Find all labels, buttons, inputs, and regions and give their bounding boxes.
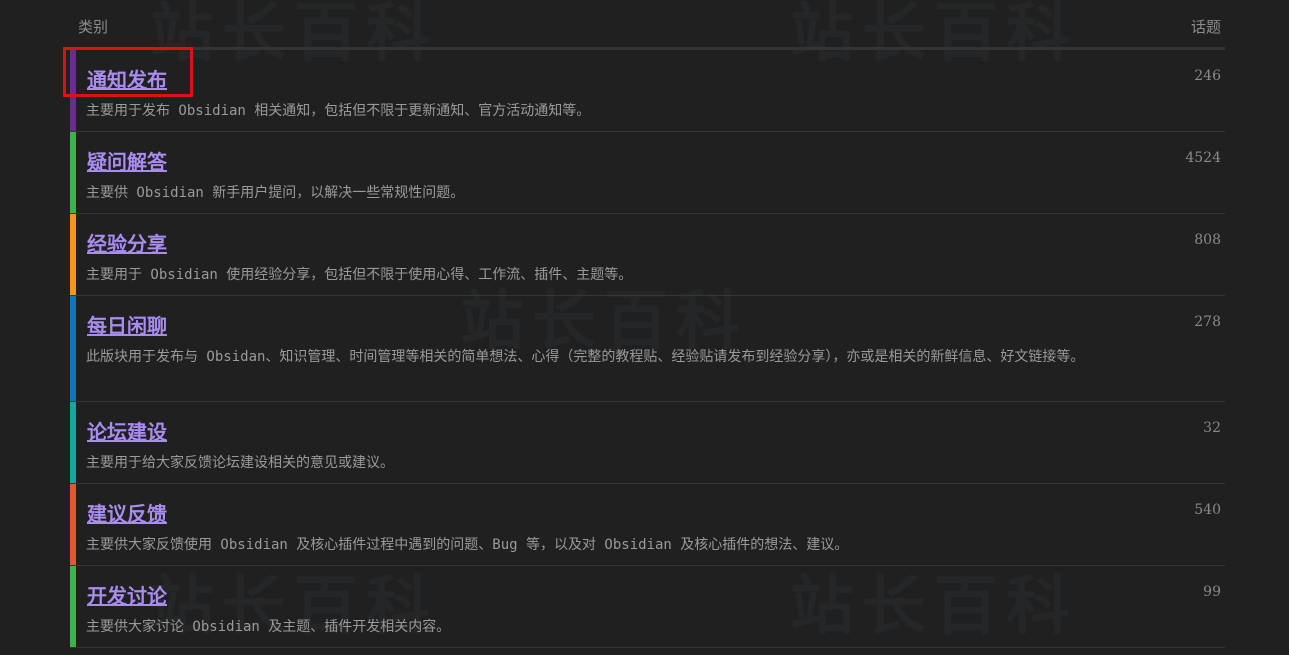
- category-description: 主要用于 Obsidian 使用经验分享，包括但不限于使用心得、工作流、插件、主…: [86, 267, 633, 283]
- category-topic-count: 808: [1194, 232, 1221, 248]
- category-topic-count: 32: [1203, 420, 1221, 436]
- category-color-bar: [70, 566, 76, 647]
- category-topic-count: 99: [1203, 584, 1221, 600]
- category-description: 主要供大家讨论 Obsidian 及主题、插件开发相关内容。: [86, 619, 451, 635]
- category-title-link[interactable]: 经验分享: [87, 228, 167, 257]
- category-row[interactable]: 开发讨论 主要供大家讨论 Obsidian 及主题、插件开发相关内容。 99: [70, 566, 1225, 648]
- category-title-link[interactable]: 每日闲聊: [87, 310, 167, 339]
- category-list-header: 类别 话题: [70, 0, 1225, 50]
- category-color-bar: [70, 402, 76, 483]
- category-description: 此版块用于发布与 Obsidan、知识管理、时间管理等相关的简单想法、心得（完整…: [86, 349, 1085, 365]
- category-color-bar: [70, 484, 76, 565]
- category-row[interactable]: 通知发布 主要用于发布 Obsidian 相关通知，包括但不限于更新通知、官方活…: [70, 50, 1225, 132]
- topics-column-header: 话题: [1190, 18, 1221, 36]
- category-color-bar: [70, 214, 76, 295]
- category-title-link[interactable]: 疑问解答: [87, 146, 167, 175]
- category-title-link[interactable]: 论坛建设: [87, 416, 167, 445]
- category-description: 主要用于给大家反馈论坛建设相关的意见或建议。: [86, 455, 394, 471]
- category-color-bar: [70, 132, 76, 213]
- category-topic-count: 540: [1194, 502, 1221, 518]
- category-topic-count: 4524: [1185, 150, 1221, 166]
- category-row[interactable]: 疑问解答 主要供 Obsidian 新手用户提问，以解决一些常规性问题。 452…: [70, 132, 1225, 214]
- category-row[interactable]: 建议反馈 主要供大家反馈使用 Obsidian 及核心插件过程中遇到的问题、Bu…: [70, 484, 1225, 566]
- category-topic-count: 246: [1194, 68, 1221, 84]
- category-description: 主要供大家反馈使用 Obsidian 及核心插件过程中遇到的问题、Bug 等，以…: [86, 537, 849, 553]
- category-description: 主要用于发布 Obsidian 相关通知，包括但不限于更新通知、官方活动通知等。: [86, 103, 591, 119]
- category-description: 主要供 Obsidian 新手用户提问，以解决一些常规性问题。: [86, 185, 465, 201]
- category-title-link[interactable]: 通知发布: [87, 64, 167, 93]
- category-topic-count: 278: [1194, 314, 1221, 330]
- category-row[interactable]: 论坛建设 主要用于给大家反馈论坛建设相关的意见或建议。 32: [70, 402, 1225, 484]
- category-row[interactable]: 经验分享 主要用于 Obsidian 使用经验分享，包括但不限于使用心得、工作流…: [70, 214, 1225, 296]
- category-row[interactable]: 每日闲聊 此版块用于发布与 Obsidan、知识管理、时间管理等相关的简单想法、…: [70, 296, 1225, 402]
- category-column-header: 类别: [78, 18, 109, 36]
- category-color-bar: [70, 296, 76, 401]
- category-title-link[interactable]: 建议反馈: [87, 498, 167, 527]
- category-title-link[interactable]: 开发讨论: [87, 580, 167, 609]
- category-color-bar: [70, 50, 76, 131]
- category-list: 类别 话题 通知发布 主要用于发布 Obsidian 相关通知，包括但不限于更新…: [70, 0, 1225, 655]
